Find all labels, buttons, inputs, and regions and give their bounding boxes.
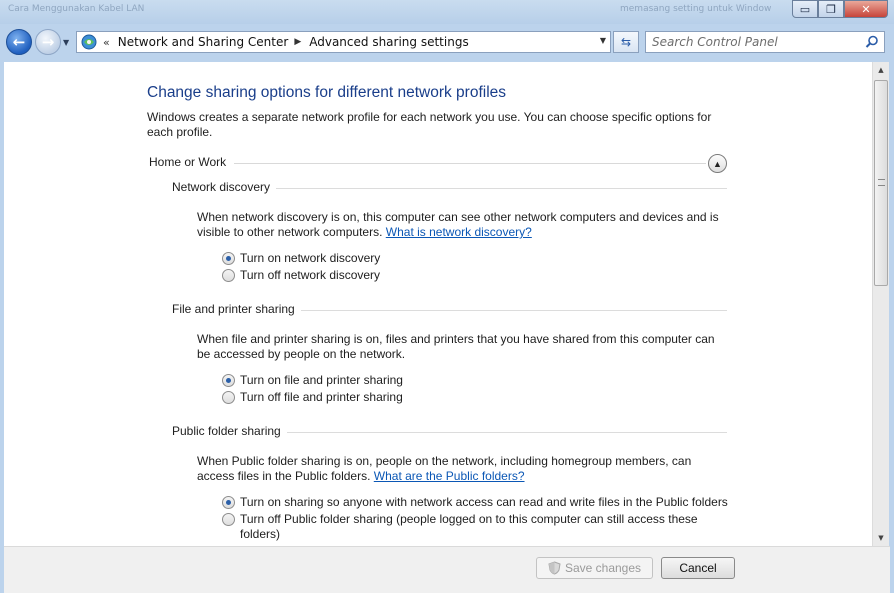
- save-changes-button[interactable]: Save changes: [536, 557, 653, 579]
- search-box[interactable]: [645, 31, 885, 53]
- radio-button[interactable]: [222, 391, 235, 404]
- window-controls: ▭ ❐ ✕: [792, 0, 888, 18]
- radio-button-checked[interactable]: [222, 374, 235, 387]
- refresh-icon: ⇆: [620, 35, 632, 49]
- grip-icon: [878, 179, 885, 186]
- radio-button[interactable]: [222, 513, 235, 526]
- section-title: File and printer sharing: [172, 302, 301, 316]
- radio-turn-on-network-discovery[interactable]: Turn on network discovery: [222, 251, 740, 266]
- breadcrumb-overflow[interactable]: «: [103, 36, 110, 49]
- page-intro: Windows creates a separate network profi…: [147, 110, 712, 139]
- search-input[interactable]: [652, 32, 862, 52]
- breadcrumb-separator-icon[interactable]: ▶: [294, 37, 301, 47]
- radio-turn-off-network-discovery[interactable]: Turn off network discovery: [222, 268, 740, 283]
- forward-button[interactable]: →: [35, 29, 61, 55]
- radio-button[interactable]: [222, 269, 235, 282]
- network-discovery-description: When network discovery is on, this compu…: [197, 210, 727, 240]
- radio-label: Turn off Public folder sharing (people l…: [240, 512, 698, 541]
- address-dropdown-icon[interactable]: ▼: [600, 36, 606, 45]
- what-are-public-folders-link[interactable]: What are the Public folders?: [374, 469, 525, 483]
- scrollbar-thumb[interactable]: [874, 80, 888, 286]
- window-title-bar: Cara Menggunakan Kabel LAN memasang sett…: [0, 0, 894, 24]
- profile-divider: [234, 163, 706, 164]
- radio-label: Turn off file and printer sharing: [240, 390, 403, 404]
- collapse-profile-button[interactable]: ▲: [708, 154, 727, 173]
- dialog-footer: Save changes Cancel: [4, 546, 890, 593]
- cancel-button[interactable]: Cancel: [661, 557, 735, 579]
- radio-turn-off-public-folder-sharing[interactable]: Turn off Public folder sharing (people l…: [222, 512, 740, 542]
- profile-name: Home or Work: [149, 155, 233, 169]
- description-text: When file and printer sharing is on, fil…: [197, 332, 715, 361]
- close-icon: ✕: [861, 2, 871, 16]
- scroll-down-icon[interactable]: ▼: [873, 530, 889, 546]
- section-title: Network discovery: [172, 180, 277, 194]
- radio-button-checked[interactable]: [222, 496, 235, 509]
- minimize-button[interactable]: ▭: [792, 0, 818, 18]
- vertical-scrollbar[interactable]: ▲ ▼: [872, 62, 889, 546]
- radio-turn-on-public-folder-sharing[interactable]: Turn on sharing so anyone with network a…: [222, 495, 740, 510]
- back-arrow-icon: ←: [12, 33, 26, 51]
- background-window-title: Cara Menggunakan Kabel LAN: [8, 4, 145, 14]
- minimize-icon: ▭: [799, 2, 811, 16]
- scroll-up-icon[interactable]: ▲: [873, 62, 889, 78]
- maximize-button[interactable]: ❐: [818, 0, 844, 18]
- breadcrumb-advanced-sharing[interactable]: Advanced sharing settings: [309, 35, 468, 49]
- section-header-network-discovery: Network discovery: [172, 180, 727, 196]
- close-button[interactable]: ✕: [844, 0, 888, 18]
- address-bar[interactable]: « Network and Sharing Center ▶ Advanced …: [76, 31, 611, 53]
- control-panel-icon: [81, 34, 97, 50]
- file-printer-sharing-description: When file and printer sharing is on, fil…: [197, 332, 727, 362]
- forward-arrow-icon: →: [41, 33, 55, 51]
- breadcrumb-network-sharing-center[interactable]: Network and Sharing Center: [118, 35, 289, 49]
- profile-header-home-work: Home or Work ▲: [149, 154, 727, 174]
- section-header-public-folder-sharing: Public folder sharing: [172, 424, 727, 440]
- section-header-file-printer-sharing: File and printer sharing: [172, 302, 727, 318]
- what-is-network-discovery-link[interactable]: What is network discovery?: [386, 225, 532, 239]
- page-title: Change sharing options for different net…: [147, 84, 507, 101]
- refresh-button[interactable]: ⇆: [613, 31, 639, 53]
- settings-content: Change sharing options for different net…: [4, 62, 872, 546]
- cancel-label: Cancel: [679, 561, 717, 575]
- chevron-up-icon: ▲: [713, 158, 722, 169]
- radio-label: Turn on sharing so anyone with network a…: [240, 495, 728, 509]
- background-window-title-right: memasang setting untuk Window: [620, 4, 772, 14]
- radio-turn-on-file-printer-sharing[interactable]: Turn on file and printer sharing: [222, 373, 740, 388]
- public-folder-sharing-description: When Public folder sharing is on, people…: [197, 454, 727, 484]
- radio-label: Turn on file and printer sharing: [240, 373, 403, 387]
- search-icon[interactable]: [865, 35, 879, 52]
- radio-turn-off-file-printer-sharing[interactable]: Turn off file and printer sharing: [222, 390, 740, 405]
- uac-shield-icon: [548, 561, 561, 575]
- radio-label: Turn off network discovery: [240, 268, 381, 282]
- recent-pages-dropdown-icon[interactable]: ▼: [63, 38, 69, 47]
- maximize-icon: ❐: [826, 2, 836, 16]
- radio-button-checked[interactable]: [222, 252, 235, 265]
- navigation-bar: ← → ▼ « Network and Sharing Center ▶ Adv…: [0, 26, 894, 60]
- save-changes-label: Save changes: [564, 561, 642, 575]
- back-button[interactable]: ←: [6, 29, 32, 55]
- radio-label: Turn on network discovery: [240, 251, 381, 265]
- section-title: Public folder sharing: [172, 424, 287, 438]
